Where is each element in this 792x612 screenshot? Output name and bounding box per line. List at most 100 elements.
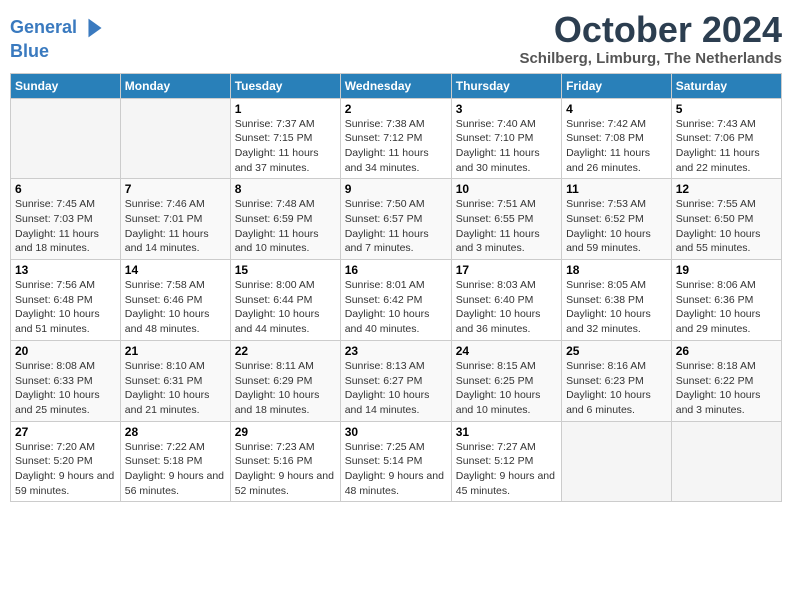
- calendar-cell: 17Sunrise: 8:03 AM Sunset: 6:40 PM Dayli…: [451, 260, 561, 341]
- day-info: Sunrise: 7:56 AM Sunset: 6:48 PM Dayligh…: [15, 278, 116, 337]
- day-info: Sunrise: 8:05 AM Sunset: 6:38 PM Dayligh…: [566, 278, 667, 337]
- day-number: 20: [15, 344, 116, 358]
- day-info: Sunrise: 8:01 AM Sunset: 6:42 PM Dayligh…: [345, 278, 447, 337]
- calendar-cell: 30Sunrise: 7:25 AM Sunset: 5:14 PM Dayli…: [340, 421, 451, 502]
- logo-text-blue: Blue: [10, 42, 109, 62]
- calendar-header-saturday: Saturday: [671, 73, 781, 98]
- day-number: 8: [235, 182, 336, 196]
- day-info: Sunrise: 7:48 AM Sunset: 6:59 PM Dayligh…: [235, 197, 336, 256]
- logo-text-general: General: [10, 18, 77, 38]
- day-number: 22: [235, 344, 336, 358]
- day-info: Sunrise: 7:53 AM Sunset: 6:52 PM Dayligh…: [566, 197, 667, 256]
- day-info: Sunrise: 7:43 AM Sunset: 7:06 PM Dayligh…: [676, 117, 777, 176]
- calendar-header-row: SundayMondayTuesdayWednesdayThursdayFrid…: [11, 73, 782, 98]
- day-number: 24: [456, 344, 557, 358]
- day-info: Sunrise: 8:15 AM Sunset: 6:25 PM Dayligh…: [456, 359, 557, 418]
- day-info: Sunrise: 7:46 AM Sunset: 7:01 PM Dayligh…: [125, 197, 226, 256]
- calendar-cell: 3Sunrise: 7:40 AM Sunset: 7:10 PM Daylig…: [451, 98, 561, 179]
- title-section: October 2024 Schilberg, Limburg, The Net…: [519, 10, 782, 67]
- month-year-title: October 2024: [519, 10, 782, 50]
- calendar-cell: 20Sunrise: 8:08 AM Sunset: 6:33 PM Dayli…: [11, 340, 121, 421]
- calendar-week-row: 27Sunrise: 7:20 AM Sunset: 5:20 PM Dayli…: [11, 421, 782, 502]
- day-info: Sunrise: 7:22 AM Sunset: 5:18 PM Dayligh…: [125, 440, 226, 499]
- calendar-header-friday: Friday: [562, 73, 672, 98]
- day-number: 27: [15, 425, 116, 439]
- calendar-cell: 10Sunrise: 7:51 AM Sunset: 6:55 PM Dayli…: [451, 179, 561, 260]
- day-number: 31: [456, 425, 557, 439]
- day-number: 3: [456, 102, 557, 116]
- day-info: Sunrise: 8:13 AM Sunset: 6:27 PM Dayligh…: [345, 359, 447, 418]
- day-number: 14: [125, 263, 226, 277]
- calendar-cell: 7Sunrise: 7:46 AM Sunset: 7:01 PM Daylig…: [120, 179, 230, 260]
- calendar-week-row: 20Sunrise: 8:08 AM Sunset: 6:33 PM Dayli…: [11, 340, 782, 421]
- day-info: Sunrise: 7:20 AM Sunset: 5:20 PM Dayligh…: [15, 440, 116, 499]
- day-info: Sunrise: 8:18 AM Sunset: 6:22 PM Dayligh…: [676, 359, 777, 418]
- calendar-cell: 13Sunrise: 7:56 AM Sunset: 6:48 PM Dayli…: [11, 260, 121, 341]
- calendar-cell: [120, 98, 230, 179]
- calendar-cell: 6Sunrise: 7:45 AM Sunset: 7:03 PM Daylig…: [11, 179, 121, 260]
- calendar-header-tuesday: Tuesday: [230, 73, 340, 98]
- day-info: Sunrise: 7:25 AM Sunset: 5:14 PM Dayligh…: [345, 440, 447, 499]
- calendar-cell: 19Sunrise: 8:06 AM Sunset: 6:36 PM Dayli…: [671, 260, 781, 341]
- calendar-header-wednesday: Wednesday: [340, 73, 451, 98]
- day-number: 1: [235, 102, 336, 116]
- day-info: Sunrise: 8:11 AM Sunset: 6:29 PM Dayligh…: [235, 359, 336, 418]
- day-number: 29: [235, 425, 336, 439]
- day-number: 5: [676, 102, 777, 116]
- day-info: Sunrise: 8:03 AM Sunset: 6:40 PM Dayligh…: [456, 278, 557, 337]
- page-header: General Blue October 2024 Schilberg, Lim…: [10, 10, 782, 67]
- day-number: 2: [345, 102, 447, 116]
- day-number: 17: [456, 263, 557, 277]
- day-number: 16: [345, 263, 447, 277]
- calendar-header-thursday: Thursday: [451, 73, 561, 98]
- calendar-header-sunday: Sunday: [11, 73, 121, 98]
- day-number: 19: [676, 263, 777, 277]
- day-number: 11: [566, 182, 667, 196]
- calendar-cell: 15Sunrise: 8:00 AM Sunset: 6:44 PM Dayli…: [230, 260, 340, 341]
- calendar-cell: 4Sunrise: 7:42 AM Sunset: 7:08 PM Daylig…: [562, 98, 672, 179]
- day-number: 10: [456, 182, 557, 196]
- calendar-cell: 2Sunrise: 7:38 AM Sunset: 7:12 PM Daylig…: [340, 98, 451, 179]
- calendar-cell: 8Sunrise: 7:48 AM Sunset: 6:59 PM Daylig…: [230, 179, 340, 260]
- day-number: 7: [125, 182, 226, 196]
- day-number: 9: [345, 182, 447, 196]
- day-info: Sunrise: 7:27 AM Sunset: 5:12 PM Dayligh…: [456, 440, 557, 499]
- calendar-week-row: 6Sunrise: 7:45 AM Sunset: 7:03 PM Daylig…: [11, 179, 782, 260]
- day-number: 26: [676, 344, 777, 358]
- day-info: Sunrise: 8:06 AM Sunset: 6:36 PM Dayligh…: [676, 278, 777, 337]
- calendar-cell: [11, 98, 121, 179]
- day-number: 18: [566, 263, 667, 277]
- day-info: Sunrise: 7:51 AM Sunset: 6:55 PM Dayligh…: [456, 197, 557, 256]
- day-info: Sunrise: 7:23 AM Sunset: 5:16 PM Dayligh…: [235, 440, 336, 499]
- calendar-cell: [671, 421, 781, 502]
- calendar-cell: 18Sunrise: 8:05 AM Sunset: 6:38 PM Dayli…: [562, 260, 672, 341]
- day-number: 6: [15, 182, 116, 196]
- day-info: Sunrise: 8:10 AM Sunset: 6:31 PM Dayligh…: [125, 359, 226, 418]
- calendar-header-monday: Monday: [120, 73, 230, 98]
- day-info: Sunrise: 7:45 AM Sunset: 7:03 PM Dayligh…: [15, 197, 116, 256]
- location-subtitle: Schilberg, Limburg, The Netherlands: [519, 50, 782, 67]
- day-info: Sunrise: 7:37 AM Sunset: 7:15 PM Dayligh…: [235, 117, 336, 176]
- calendar-cell: 26Sunrise: 8:18 AM Sunset: 6:22 PM Dayli…: [671, 340, 781, 421]
- calendar-cell: 1Sunrise: 7:37 AM Sunset: 7:15 PM Daylig…: [230, 98, 340, 179]
- day-info: Sunrise: 8:00 AM Sunset: 6:44 PM Dayligh…: [235, 278, 336, 337]
- day-number: 23: [345, 344, 447, 358]
- calendar-cell: 21Sunrise: 8:10 AM Sunset: 6:31 PM Dayli…: [120, 340, 230, 421]
- day-info: Sunrise: 8:16 AM Sunset: 6:23 PM Dayligh…: [566, 359, 667, 418]
- day-number: 21: [125, 344, 226, 358]
- calendar-cell: 29Sunrise: 7:23 AM Sunset: 5:16 PM Dayli…: [230, 421, 340, 502]
- calendar-cell: 31Sunrise: 7:27 AM Sunset: 5:12 PM Dayli…: [451, 421, 561, 502]
- day-number: 15: [235, 263, 336, 277]
- calendar-cell: 25Sunrise: 8:16 AM Sunset: 6:23 PM Dayli…: [562, 340, 672, 421]
- day-info: Sunrise: 7:40 AM Sunset: 7:10 PM Dayligh…: [456, 117, 557, 176]
- day-info: Sunrise: 7:58 AM Sunset: 6:46 PM Dayligh…: [125, 278, 226, 337]
- day-number: 12: [676, 182, 777, 196]
- day-number: 28: [125, 425, 226, 439]
- day-number: 13: [15, 263, 116, 277]
- calendar-cell: 5Sunrise: 7:43 AM Sunset: 7:06 PM Daylig…: [671, 98, 781, 179]
- calendar-cell: 14Sunrise: 7:58 AM Sunset: 6:46 PM Dayli…: [120, 260, 230, 341]
- calendar-week-row: 13Sunrise: 7:56 AM Sunset: 6:48 PM Dayli…: [11, 260, 782, 341]
- day-info: Sunrise: 7:38 AM Sunset: 7:12 PM Dayligh…: [345, 117, 447, 176]
- calendar-cell: 24Sunrise: 8:15 AM Sunset: 6:25 PM Dayli…: [451, 340, 561, 421]
- day-info: Sunrise: 7:55 AM Sunset: 6:50 PM Dayligh…: [676, 197, 777, 256]
